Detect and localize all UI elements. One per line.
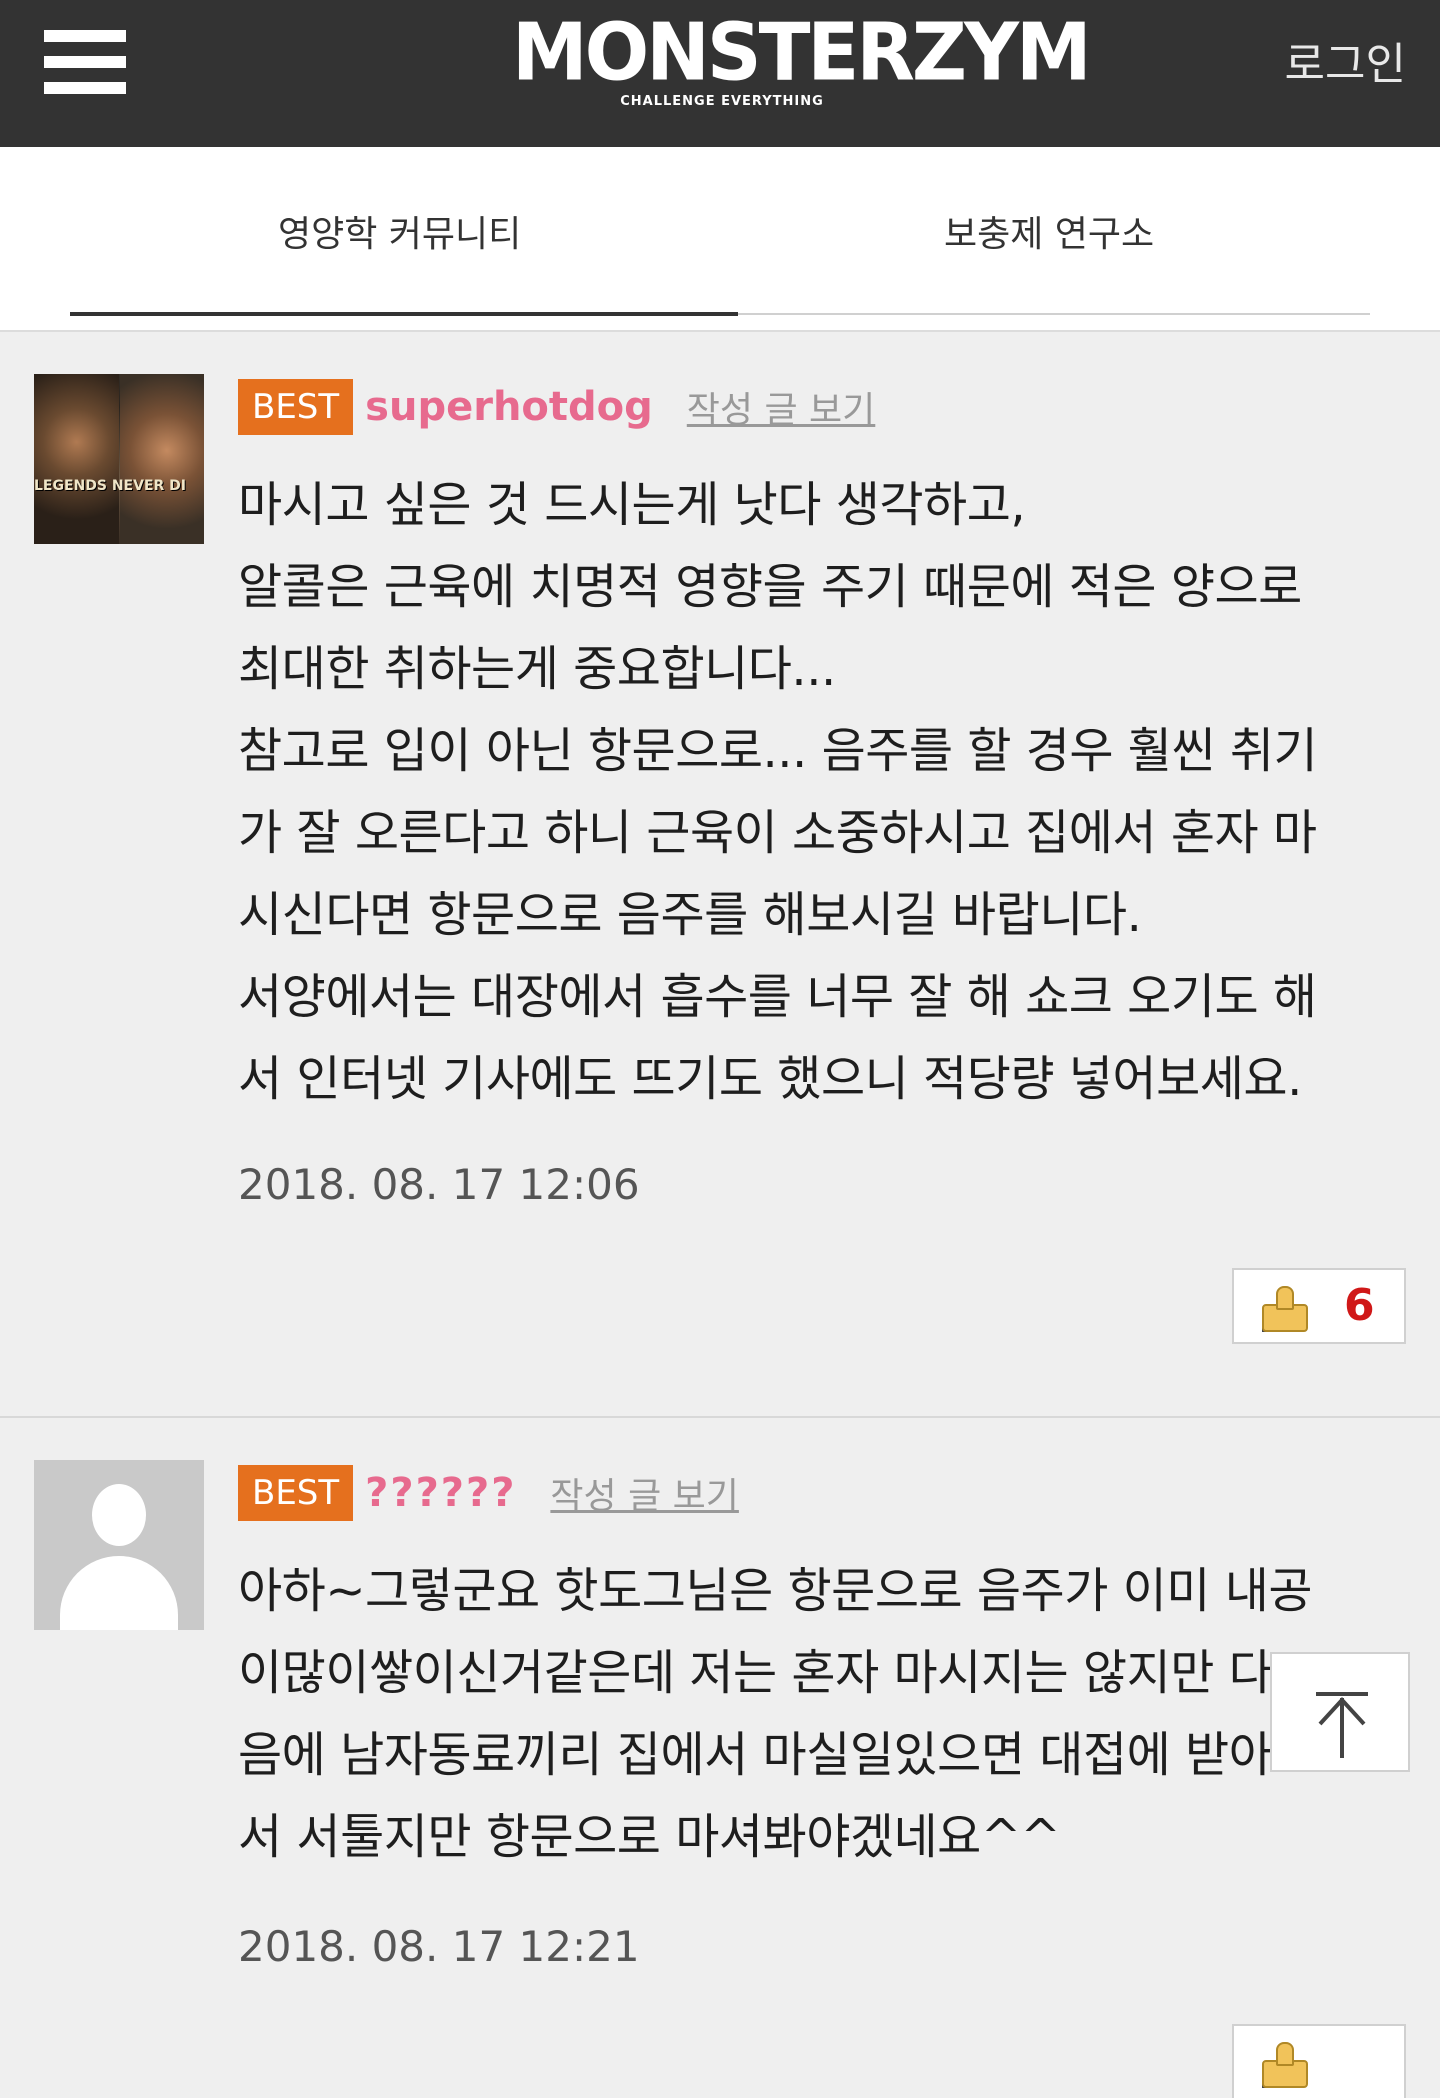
arrow-up-icon <box>1316 1692 1368 1758</box>
thumbs-up-icon <box>1262 1286 1318 1332</box>
like-button[interactable] <box>1232 2024 1406 2098</box>
avatar[interactable]: LEGENDS NEVER DI <box>34 374 204 544</box>
like-button[interactable]: 6 <box>1232 1268 1406 1344</box>
like-count: 6 <box>1344 1280 1375 1331</box>
comment-item: BEST ?????? 작성 글 보기 아하~그렇군요 핫도그님은 항문으로 음… <box>0 1420 1440 2098</box>
hamburger-menu-icon[interactable] <box>44 30 126 94</box>
view-posts-link[interactable]: 작성 글 보기 <box>687 381 876 433</box>
tab-supplement-lab[interactable]: 보충제 연구소 <box>944 205 1154 257</box>
thumbs-up-icon <box>1262 2042 1318 2088</box>
comment-body: 아하~그렇군요 핫도그님은 항문으로 음주가 이미 내공 이많이쌓이신거같은데 … <box>238 1563 1313 1865</box>
avatar[interactable] <box>34 1460 204 1630</box>
site-logo[interactable]: MONSTERZYM CHALLENGE EVERYTHING <box>512 4 1092 118</box>
comment-body: 마시고 싶은 것 드시는게 낫다 생각하고, 알콜은 근육에 치명적 영향을 주… <box>238 477 1318 1107</box>
comment-item: LEGENDS NEVER DI BEST superhotdog 작성 글 보… <box>0 334 1440 1418</box>
comment-meta: BEST ?????? 작성 글 보기 <box>238 1462 739 1524</box>
default-avatar-icon <box>92 1484 146 1546</box>
comment-date: 2018. 08. 17 12:06 <box>238 1160 640 1209</box>
best-badge: BEST <box>238 1465 354 1521</box>
avatar-caption: LEGENDS NEVER DI <box>34 478 186 494</box>
scroll-to-top-button[interactable] <box>1270 1652 1410 1772</box>
view-posts-link[interactable]: 작성 글 보기 <box>550 1467 739 1519</box>
logo-wordmark: MONSTERZYM <box>512 4 1092 99</box>
category-tabs: 영양학 커뮤니티 보충제 연구소 <box>0 147 1440 332</box>
comment-date: 2018. 08. 17 12:21 <box>238 1922 640 1971</box>
active-tab-indicator <box>70 312 738 316</box>
comment-meta: BEST superhotdog 작성 글 보기 <box>238 376 875 438</box>
tab-nutrition-community[interactable]: 영양학 커뮤니티 <box>278 205 521 257</box>
best-badge: BEST <box>238 379 354 435</box>
login-button[interactable]: 로그인 <box>1285 28 1406 92</box>
author-nickname[interactable]: ?????? <box>365 1470 516 1516</box>
top-navigation-bar: MONSTERZYM CHALLENGE EVERYTHING 로그인 <box>0 0 1440 147</box>
tab-divider <box>738 313 1370 315</box>
author-nickname[interactable]: superhotdog <box>365 384 653 430</box>
